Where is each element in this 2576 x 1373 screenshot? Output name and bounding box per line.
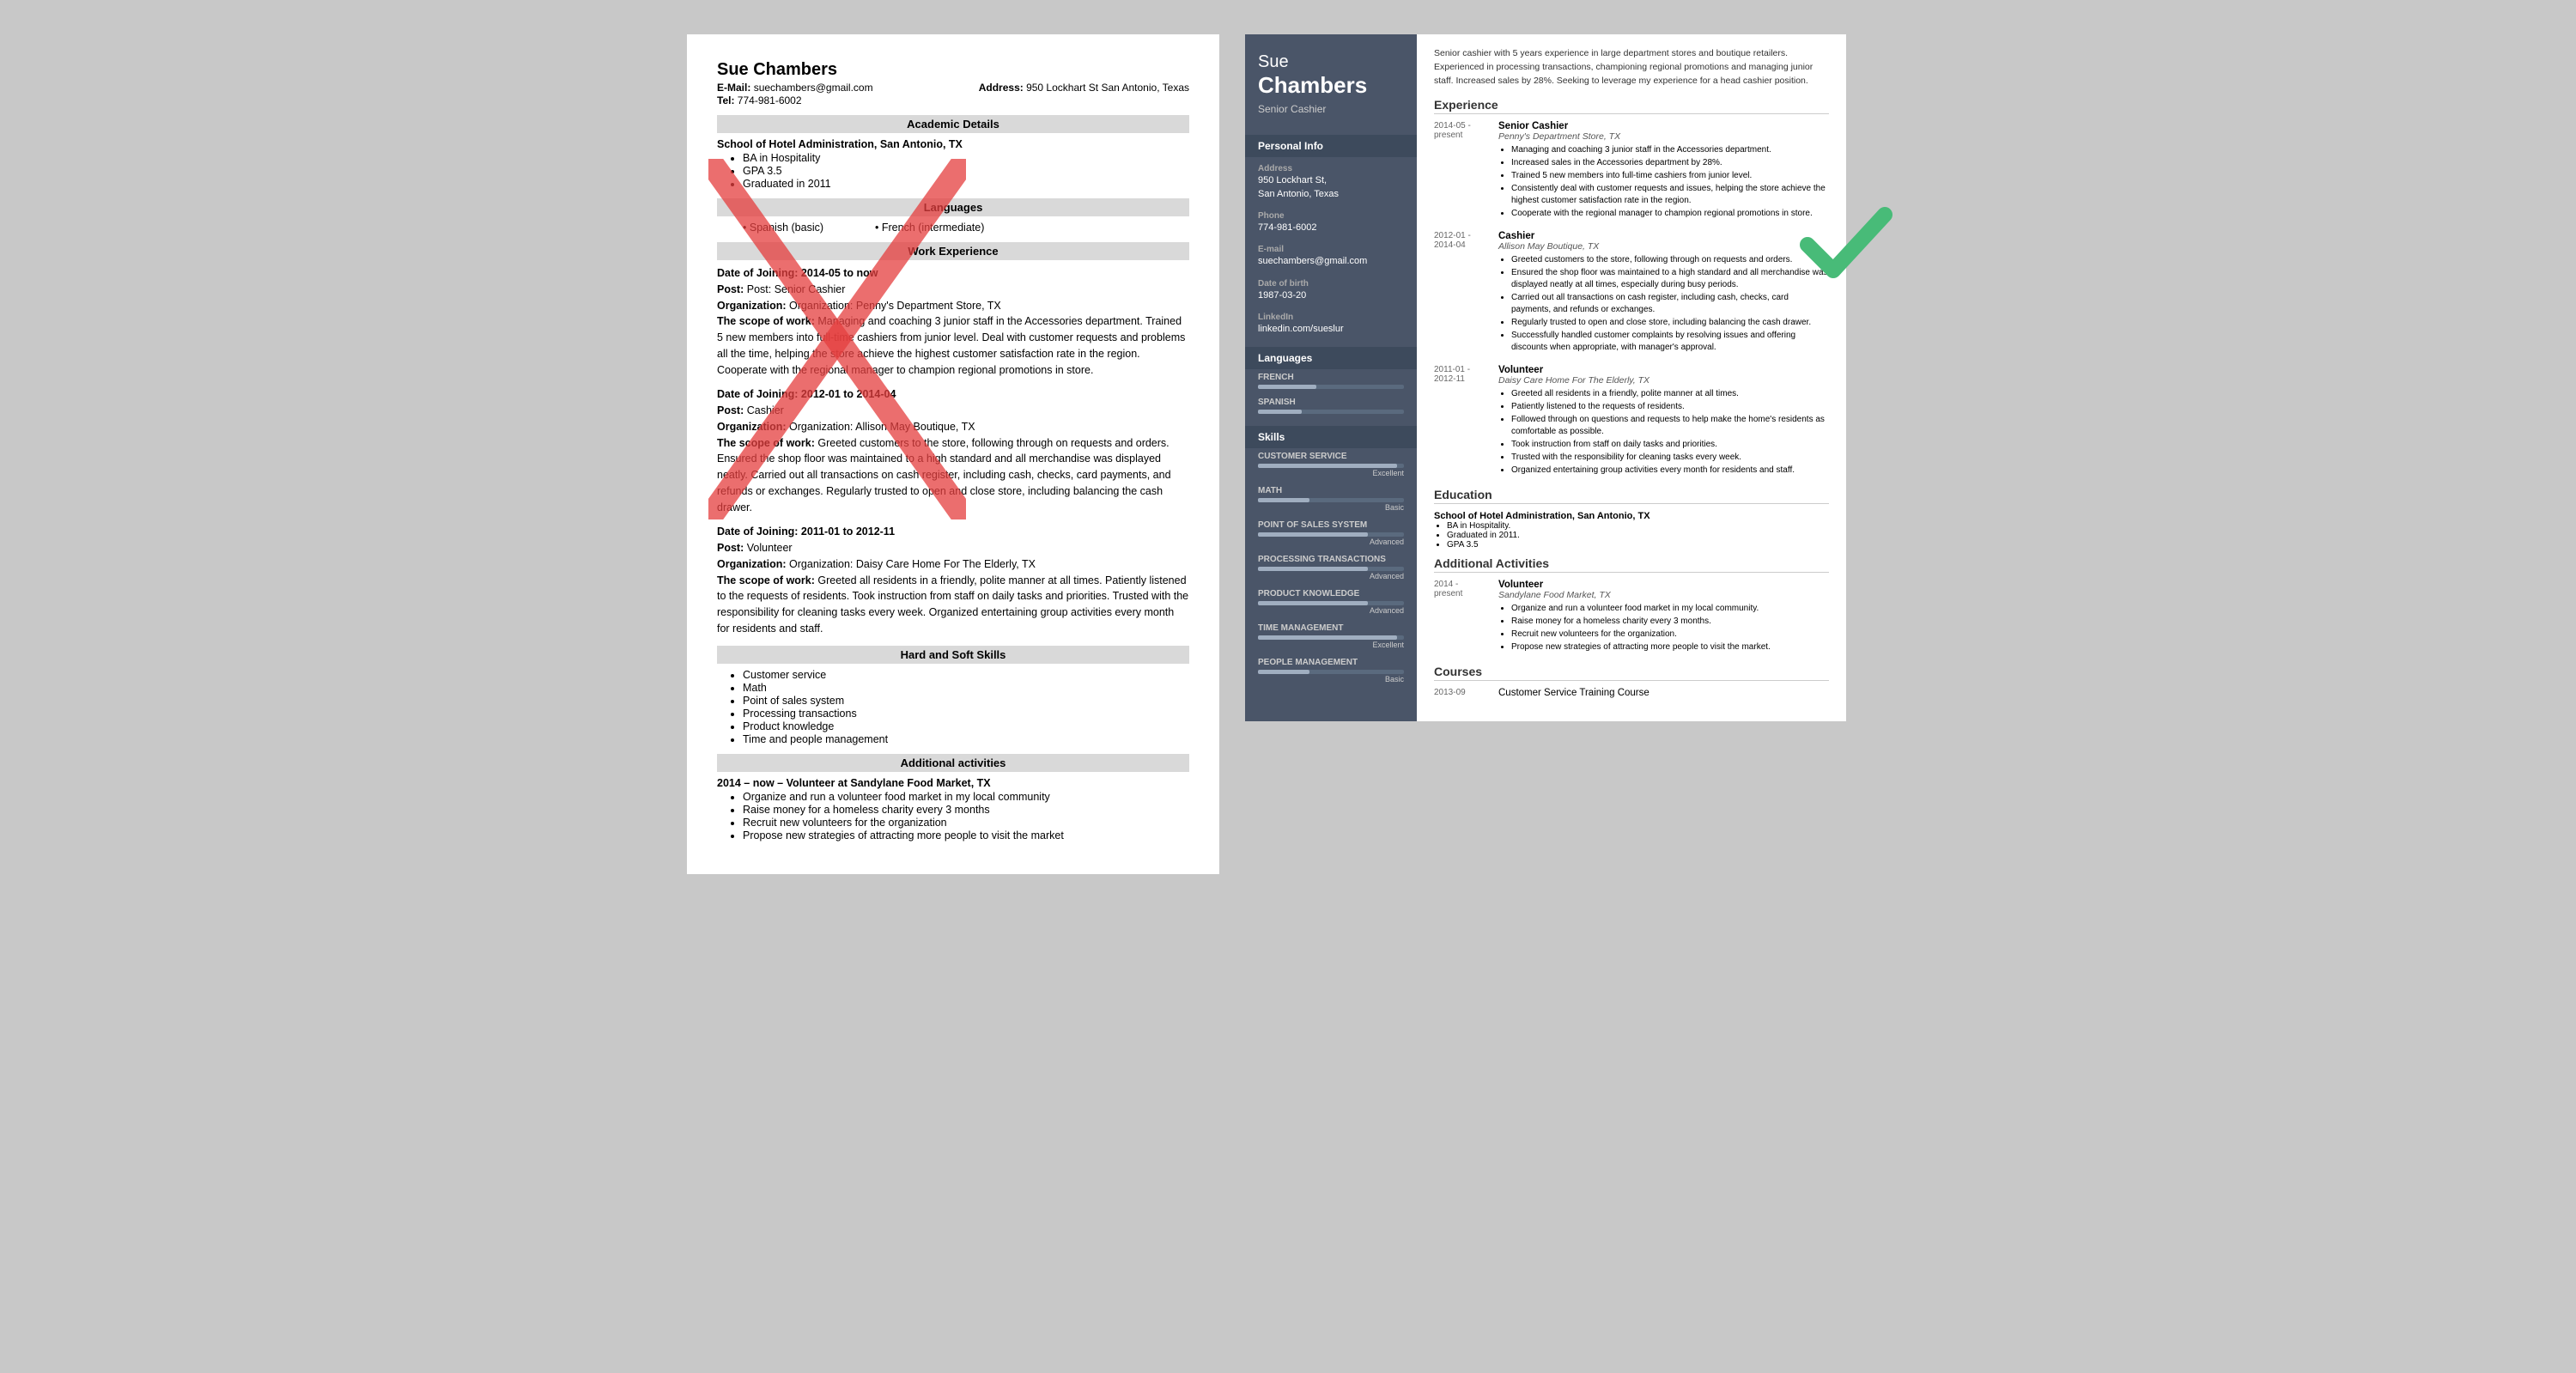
left-tel: Tel: 774-981-6002 [717, 94, 873, 106]
work-entry-2: Date of Joining: 2012-01 to 2014-04 Post… [717, 386, 1189, 515]
skill-4: Processing transactions [743, 708, 1189, 720]
right-resume: Sue Chambers Senior Cashier Personal Inf… [1245, 34, 1846, 721]
exp-entry-2: 2012-01 -2014-04 Cashier Allison May Bou… [1434, 231, 1829, 355]
skill-1: Customer service [743, 669, 1189, 681]
dob-label: Date of birth [1245, 272, 1417, 289]
work-header: Work Experience [717, 242, 1189, 260]
phone-label: Phone [1245, 204, 1417, 222]
skill-processing: PROCESSING TRANSACTIONS Advanced [1245, 551, 1417, 586]
exp-entry-3: 2011-01 -2012-11 Volunteer Daisy Care Ho… [1434, 365, 1829, 477]
personal-info-header: Personal Info [1245, 135, 1417, 157]
work-entry-3: Date of Joining: 2011-01 to 2012-11 Post… [717, 524, 1189, 636]
skill-6: Time and people management [743, 733, 1189, 745]
education-detail: School of Hotel Administration, San Anto… [1434, 511, 1829, 550]
skills-header: Hard and Soft Skills [717, 646, 1189, 664]
linkedin-label: LinkedIn [1245, 306, 1417, 323]
linkedin-value: linkedin.com/sueslur [1245, 323, 1417, 339]
school-name: School of Hotel Administration, San Anto… [717, 138, 1189, 150]
lang-french: FRENCH [1245, 369, 1417, 394]
courses-entry: 2013-09 Customer Service Training Course [1434, 688, 1829, 698]
languages-sidebar-header: Languages [1245, 347, 1417, 369]
skill-product: PRODUCT KNOWLEDGE Advanced [1245, 586, 1417, 620]
additional-header: Additional activities [717, 754, 1189, 772]
lang1: • Spanish (basic) [743, 222, 823, 234]
skill-people: PEOPLE MANAGEMENT Basic [1245, 654, 1417, 689]
left-resume: Sue Chambers E-Mail: suechambers@gmail.c… [687, 34, 1219, 874]
left-name: Sue Chambers [717, 60, 1189, 80]
degree: BA in Hospitality [743, 152, 1189, 164]
additional-entry-1: 2014 – now – Volunteer at Sandylane Food… [717, 777, 1189, 841]
right-first-name: Sue [1258, 52, 1404, 72]
phone-value: 774-981-6002 [1245, 222, 1417, 238]
skill-5: Product knowledge [743, 720, 1189, 732]
address-value: 950 Lockhart St,San Antonio, Texas [1245, 174, 1417, 204]
skill-time: TIME MANAGEMENT Excellent [1245, 620, 1417, 654]
summary-text: Senior cashier with 5 years experience i… [1434, 47, 1829, 88]
right-last-name: Chambers [1258, 72, 1404, 99]
courses-header: Courses [1434, 665, 1829, 681]
skill-2: Math [743, 682, 1189, 694]
languages-header: Languages [717, 198, 1189, 216]
lang2: • French (intermediate) [875, 222, 984, 234]
dob-value: 1987-03-20 [1245, 289, 1417, 306]
additional-right-header: Additional Activities [1434, 556, 1829, 573]
right-job-title: Senior Cashier [1258, 103, 1404, 115]
work-entry-1: Date of Joining: 2014-05 to now Post: Po… [717, 265, 1189, 378]
skills-sidebar-header: Skills [1245, 426, 1417, 448]
left-email: E-Mail: suechambers@gmail.com [717, 82, 873, 94]
right-resume-wrapper: Sue Chambers Senior Cashier Personal Inf… [1245, 34, 1846, 874]
education-header: Education [1434, 488, 1829, 504]
email-label: E-mail [1245, 238, 1417, 255]
academic-header: Academic Details [717, 115, 1189, 133]
skill-math: MATH Basic [1245, 483, 1417, 517]
skill-customer-service: CUSTOMER SERVICE Excellent [1245, 448, 1417, 483]
exp-entry-1: 2014-05 -present Senior Cashier Penny's … [1434, 121, 1829, 221]
sidebar-name-section: Sue Chambers Senior Cashier [1245, 34, 1417, 128]
left-address: Address: 950 Lockhart St San Antonio, Te… [979, 82, 1189, 106]
email-value: suechambers@gmail.com [1245, 255, 1417, 271]
main-content: Senior cashier with 5 years experience i… [1417, 34, 1846, 721]
lang-spanish: SPANISH [1245, 394, 1417, 419]
gpa: GPA 3.5 [743, 165, 1189, 177]
graduated: Graduated in 2011 [743, 178, 1189, 190]
sidebar: Sue Chambers Senior Cashier Personal Inf… [1245, 34, 1417, 721]
skills-list: Customer service Math Point of sales sys… [717, 669, 1189, 745]
skill-3: Point of sales system [743, 695, 1189, 707]
skill-pos: POINT OF SALES SYSTEM Advanced [1245, 517, 1417, 551]
experience-header: Experience [1434, 98, 1829, 114]
additional-entry-right: 2014 -present Volunteer Sandylane Food M… [1434, 580, 1829, 654]
address-label: Address [1245, 157, 1417, 174]
